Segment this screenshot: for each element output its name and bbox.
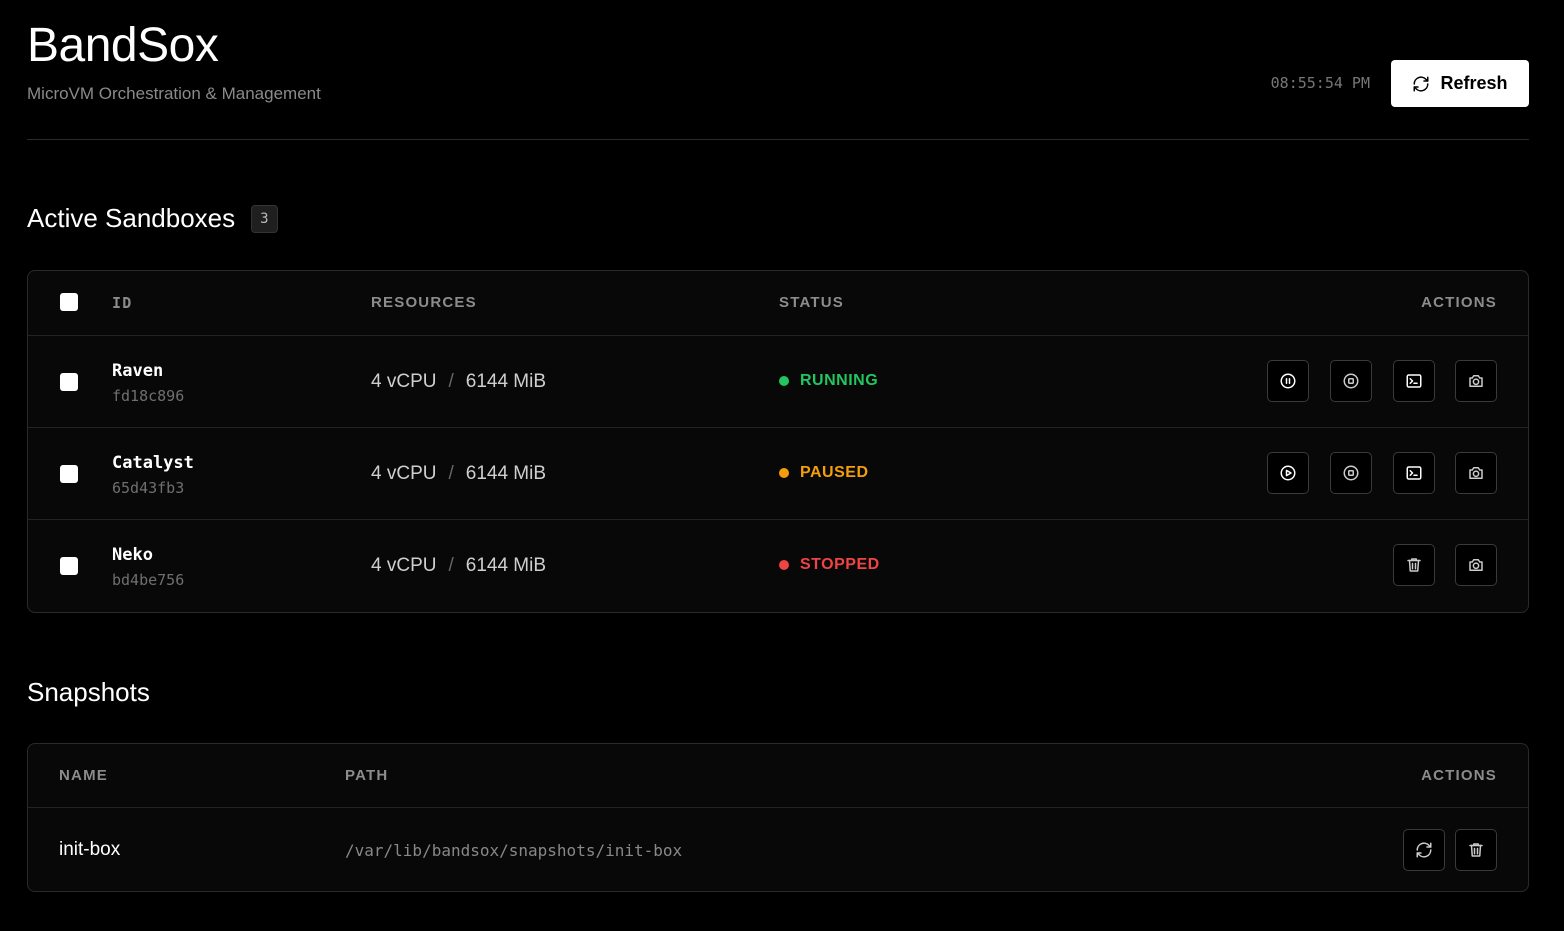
refresh-icon	[1416, 842, 1432, 858]
row-checkbox[interactable]	[60, 557, 78, 575]
delete-snapshot-button[interactable]	[1455, 829, 1497, 871]
resource-separator: /	[448, 371, 454, 392]
column-header-path: PATH	[345, 767, 389, 784]
column-header-id: ID	[112, 294, 133, 312]
app-title: BandSox	[27, 19, 219, 72]
snapshots-section-title: Snapshots	[27, 677, 150, 708]
sandbox-row: Catalyst 65d43fb3 4 vCPU / 6144 MiB PAUS…	[28, 428, 1528, 520]
status-text: STOPPED	[800, 556, 880, 573]
memory-value: 6144 MiB	[465, 555, 547, 576]
restore-snapshot-button[interactable]	[1403, 829, 1445, 871]
resume-button[interactable]	[1267, 452, 1309, 494]
play-icon	[1280, 465, 1296, 481]
camera-icon	[1469, 375, 1483, 387]
resource-separator: /	[448, 463, 454, 484]
memory-value: 6144 MiB	[465, 463, 547, 484]
terminal-button[interactable]	[1393, 452, 1435, 494]
snapshot-path: /var/lib/bandsox/snapshots/init-box	[345, 841, 683, 860]
stop-button[interactable]	[1330, 452, 1372, 494]
pause-icon	[1280, 373, 1296, 389]
refresh-button[interactable]: Refresh	[1391, 60, 1529, 107]
sandbox-id: 65d43fb3	[112, 479, 185, 497]
column-header-status: STATUS	[779, 294, 844, 311]
sandbox-id: fd18c896	[112, 387, 185, 405]
snapshot-button[interactable]	[1455, 360, 1497, 402]
sandboxes-header-row: ID RESOURCES STATUS ACTIONS	[28, 271, 1528, 336]
status-dot	[779, 468, 789, 478]
page-header: BandSox MicroVM Orchestration & Manageme…	[27, 18, 1529, 140]
status-dot	[779, 376, 789, 386]
cpu-value: 4 vCPU	[371, 555, 437, 576]
stop-icon	[1343, 465, 1359, 481]
sandbox-resources: 4 vCPU / 6144 MiB	[371, 463, 546, 485]
terminal-icon	[1406, 466, 1422, 480]
sandboxes-section-title: Active Sandboxes 3	[27, 203, 278, 234]
column-header-actions: ACTIONS	[1421, 767, 1497, 784]
sandbox-resources: 4 vCPU / 6144 MiB	[371, 555, 546, 577]
delete-button[interactable]	[1393, 544, 1435, 586]
snapshots-header-row: NAME PATH ACTIONS	[28, 744, 1528, 808]
trash-icon	[1469, 843, 1483, 857]
camera-icon	[1469, 559, 1483, 571]
sandbox-name: Raven	[112, 361, 164, 381]
sandbox-id: bd4be756	[112, 571, 185, 589]
sandbox-name: Catalyst	[112, 453, 194, 473]
terminal-icon	[1406, 374, 1422, 388]
clock: 08:55:54 PM	[1270, 74, 1370, 92]
resource-separator: /	[448, 555, 454, 576]
snapshot-button[interactable]	[1455, 452, 1497, 494]
cpu-value: 4 vCPU	[371, 463, 437, 484]
refresh-icon	[1413, 75, 1429, 92]
memory-value: 6144 MiB	[465, 371, 547, 392]
snapshots-table: NAME PATH ACTIONS init-box /var/lib/band…	[27, 743, 1529, 892]
snapshot-row: init-box /var/lib/bandsox/snapshots/init…	[28, 808, 1528, 891]
snapshot-name: init-box	[59, 839, 121, 860]
snapshot-button[interactable]	[1455, 544, 1497, 586]
cpu-value: 4 vCPU	[371, 371, 437, 392]
sandbox-row: Raven fd18c896 4 vCPU / 6144 MiB RUNNING	[28, 336, 1528, 428]
sandboxes-heading: Active Sandboxes	[27, 203, 236, 233]
sandbox-name: Neko	[112, 545, 153, 565]
column-header-actions: ACTIONS	[1421, 294, 1497, 311]
row-checkbox[interactable]	[60, 465, 78, 483]
row-checkbox[interactable]	[60, 373, 78, 391]
status-dot	[779, 560, 789, 570]
trash-icon	[1407, 558, 1421, 572]
select-all-checkbox[interactable]	[60, 293, 78, 311]
terminal-button[interactable]	[1393, 360, 1435, 402]
status-text: PAUSED	[800, 464, 869, 481]
sandbox-row: Neko bd4be756 4 vCPU / 6144 MiB STOPPED	[28, 520, 1528, 612]
status-badge: RUNNING	[779, 372, 878, 390]
snapshots-heading: Snapshots	[27, 677, 150, 707]
status-badge: STOPPED	[779, 556, 880, 574]
status-text: RUNNING	[800, 372, 879, 389]
sandboxes-table: ID RESOURCES STATUS ACTIONS Raven fd18c8…	[27, 270, 1529, 613]
refresh-label: Refresh	[1440, 73, 1508, 93]
status-badge: PAUSED	[779, 464, 869, 482]
stop-button[interactable]	[1330, 360, 1372, 402]
pause-button[interactable]	[1267, 360, 1309, 402]
stop-icon	[1343, 373, 1359, 389]
sandbox-resources: 4 vCPU / 6144 MiB	[371, 371, 546, 393]
sandbox-count-badge: 3	[251, 204, 278, 233]
camera-icon	[1469, 467, 1483, 479]
column-header-name: NAME	[59, 767, 108, 784]
column-header-resources: RESOURCES	[371, 294, 477, 311]
